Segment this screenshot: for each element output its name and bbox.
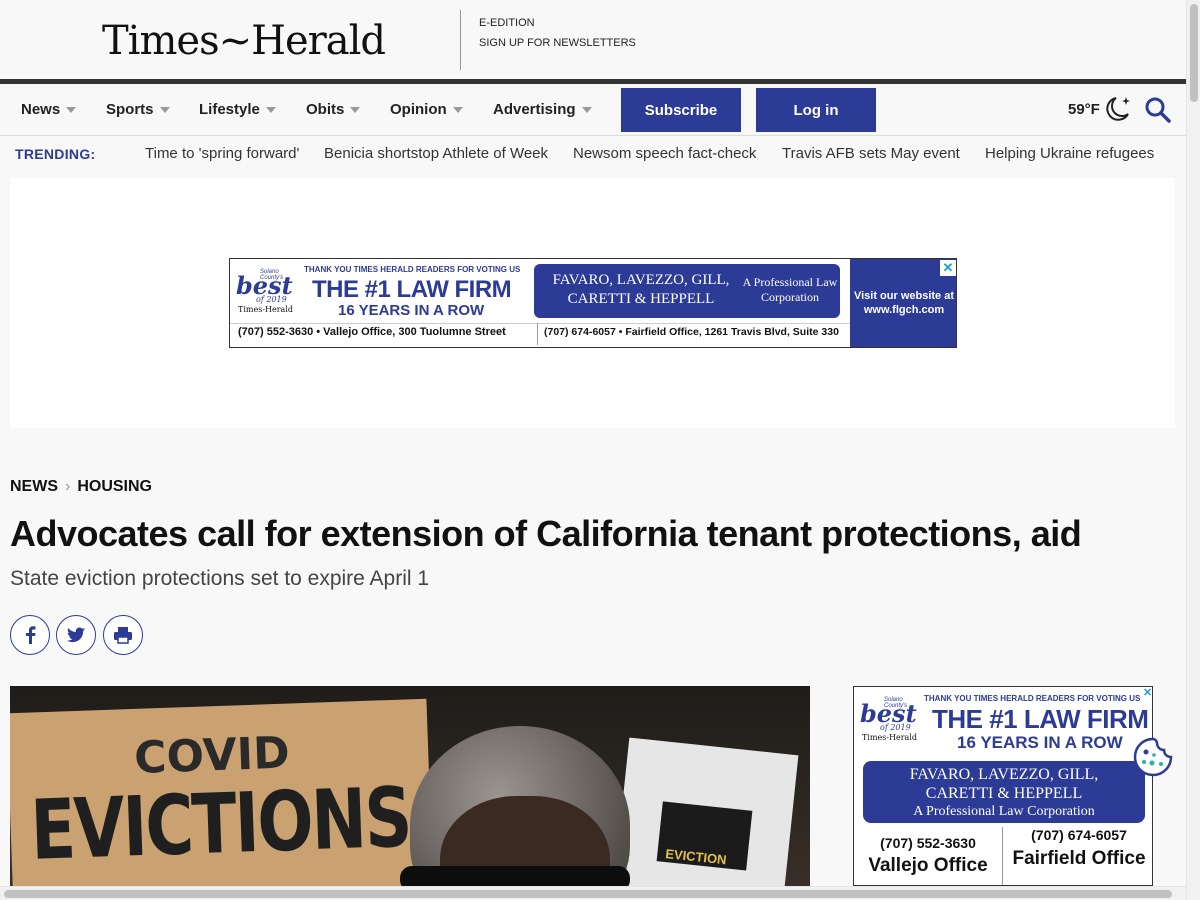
ad-subline: 16 YEARS IN A ROW — [338, 302, 485, 319]
breadcrumb: NEWS › HOUSING — [10, 478, 152, 496]
cookie-icon[interactable] — [1132, 736, 1174, 778]
ad-firm-type: A Professional Law Corporation — [742, 275, 838, 304]
ad-fairfield-office: (707) 674-6057 • Fairfield Office, 1261 … — [544, 326, 839, 338]
caret-down-icon — [581, 106, 592, 113]
print-button[interactable] — [103, 615, 143, 655]
nav-label: Obits — [306, 101, 345, 118]
trending-bar: TRENDING: Time to 'spring forward' Benic… — [0, 137, 1186, 169]
trending-link[interactable]: Time to 'spring forward' — [145, 145, 299, 162]
site-logo[interactable]: Times~Herald — [102, 18, 386, 64]
search-icon[interactable] — [1144, 96, 1172, 124]
background-sign: EVICTION — [611, 737, 799, 900]
page: Times~Herald E-EDITION SIGN UP FOR NEWSL… — [0, 0, 1200, 900]
nav-label: Lifestyle — [199, 101, 260, 118]
side-ad-divider — [1002, 827, 1003, 885]
main-nav: News Sports Lifestyle Obits Opinion Adve… — [0, 84, 1186, 136]
article-headline: Advocates call for extension of Californ… — [10, 513, 1082, 554]
best-badge-county: Solano County's — [884, 697, 908, 709]
masthead: Times~Herald E-EDITION SIGN UP FOR NEWSL… — [0, 0, 1186, 80]
caret-down-icon — [265, 106, 276, 113]
trending-label: TRENDING: — [15, 146, 96, 162]
best-badge-source: Times-Herald — [862, 733, 918, 742]
newsletter-signup-link[interactable]: SIGN UP FOR NEWSLETTERS — [479, 33, 636, 53]
trending-link[interactable]: Helping Ukraine refugees — [985, 145, 1154, 162]
login-button[interactable]: Log in — [756, 88, 876, 132]
ad-headline: THE #1 LAW FIRM — [312, 276, 512, 303]
twitter-icon — [67, 627, 85, 643]
best-badge: best Solano County's of 2019 Times-Heral… — [860, 697, 924, 743]
logo-divider — [460, 10, 461, 70]
nav-label: News — [21, 101, 61, 118]
protest-sign: COVID EVICTIONS — [10, 698, 434, 900]
twitter-share-button[interactable] — [56, 615, 96, 655]
trending-link[interactable]: Benicia shortstop Athlete of Week — [324, 145, 548, 162]
ad-cta-text: Visit our website at www.flgch.com — [853, 290, 955, 316]
side-ad-office2: Fairfield Office — [1012, 848, 1146, 869]
ad-vallejo-office: (707) 552-3630 • Vallejo Office, 300 Tuo… — [238, 326, 506, 338]
side-ad-headline: THE #1 LAW FIRM — [932, 704, 1149, 734]
side-ad-thank-you: THANK YOU TIMES HERALD READERS FOR VOTIN… — [924, 694, 1141, 703]
vertical-scrollbar[interactable] — [1186, 0, 1200, 900]
ad-close-icon[interactable]: ✕ — [940, 260, 956, 276]
ad-close-icon[interactable]: ✕ — [1143, 688, 1152, 700]
caret-down-icon — [66, 106, 77, 113]
best-badge-county: Solano County's — [260, 269, 284, 281]
sign-text-line2: EVICTIONS — [29, 769, 412, 879]
trending-link[interactable]: Travis AFB sets May event — [782, 145, 960, 162]
best-badge-source: Times-Herald — [238, 305, 294, 314]
nav-item-advertising[interactable]: Advertising — [493, 101, 592, 118]
e-edition-link[interactable]: E-EDITION — [479, 13, 636, 33]
side-ad-phone1: (707) 552-3630 — [880, 835, 976, 851]
side-ad-office1: Vallejo Office — [868, 855, 988, 876]
scrollbar-thumb[interactable] — [1190, 4, 1198, 102]
chevron-right-icon: › — [65, 478, 71, 495]
nav-item-obits[interactable]: Obits — [306, 101, 361, 118]
nav-label: Opinion — [390, 101, 447, 118]
nav-item-lifestyle[interactable]: Lifestyle — [199, 101, 276, 118]
weather-temperature[interactable]: 59°F — [1068, 101, 1100, 118]
ad-thank-you-text: THANK YOU TIMES HERALD READERS FOR VOTIN… — [304, 265, 521, 274]
banner-ad[interactable]: best Solano County's of 2019 Times-Heral… — [229, 258, 957, 348]
horizontal-scrollbar[interactable] — [0, 886, 1186, 900]
ad-firm-names: FAVARO, LAVEZZO, GILL, CARETTI & HEPPELL — [552, 272, 730, 307]
subscribe-button[interactable]: Subscribe — [621, 88, 741, 132]
ad-divider — [537, 323, 538, 345]
caret-down-icon — [159, 106, 170, 113]
nav-item-opinion[interactable]: Opinion — [390, 101, 463, 118]
facebook-icon — [26, 626, 36, 644]
nav-label: Sports — [106, 101, 154, 118]
facebook-share-button[interactable] — [10, 615, 50, 655]
side-ad-firm-line2: CARETTI & HEPPELL — [925, 785, 1083, 802]
trending-link[interactable]: Newsom speech fact-check — [573, 145, 756, 162]
caret-down-icon — [452, 106, 463, 113]
side-ad-firm-line3: A Professional Law Corporation — [913, 804, 1095, 819]
side-ad-firm-box: FAVARO, LAVEZZO, GILL, CARETTI & HEPPELL… — [863, 761, 1145, 823]
nav-item-news[interactable]: News — [21, 101, 77, 118]
breadcrumb-housing[interactable]: HOUSING — [77, 478, 152, 496]
utility-links: E-EDITION SIGN UP FOR NEWSLETTERS — [479, 13, 636, 53]
side-ad-subline: 16 YEARS IN A ROW — [957, 733, 1123, 752]
side-ad-phone2: (707) 674-6057 — [1031, 827, 1127, 843]
best-badge-year: of 2019 — [880, 723, 911, 732]
scrollbar-thumb[interactable] — [4, 890, 1172, 898]
article-subhead: State eviction protections set to expire… — [10, 567, 430, 590]
side-ad-firm-line1: FAVARO, LAVEZZO, GILL, — [909, 766, 1099, 783]
sidebar-ad[interactable]: best Solano County's of 2019 Times-Heral… — [853, 686, 1153, 886]
article-photo[interactable]: COVID EVICTIONS EVICTION — [10, 686, 810, 900]
caret-down-icon — [350, 106, 361, 113]
nav-label: Advertising — [493, 101, 576, 118]
ad-firm-box: FAVARO, LAVEZZO, GILL, CARETTI & HEPPELL… — [534, 264, 840, 318]
print-icon — [114, 627, 132, 644]
nav-item-sports[interactable]: Sports — [106, 101, 170, 118]
ad-divider — [230, 323, 850, 324]
best-badge-year: of 2019 — [256, 295, 287, 304]
moon-icon[interactable] — [1102, 94, 1134, 124]
best-badge: best Solano County's of 2019 Times-Heral… — [236, 269, 300, 315]
breadcrumb-news[interactable]: NEWS — [10, 478, 58, 496]
